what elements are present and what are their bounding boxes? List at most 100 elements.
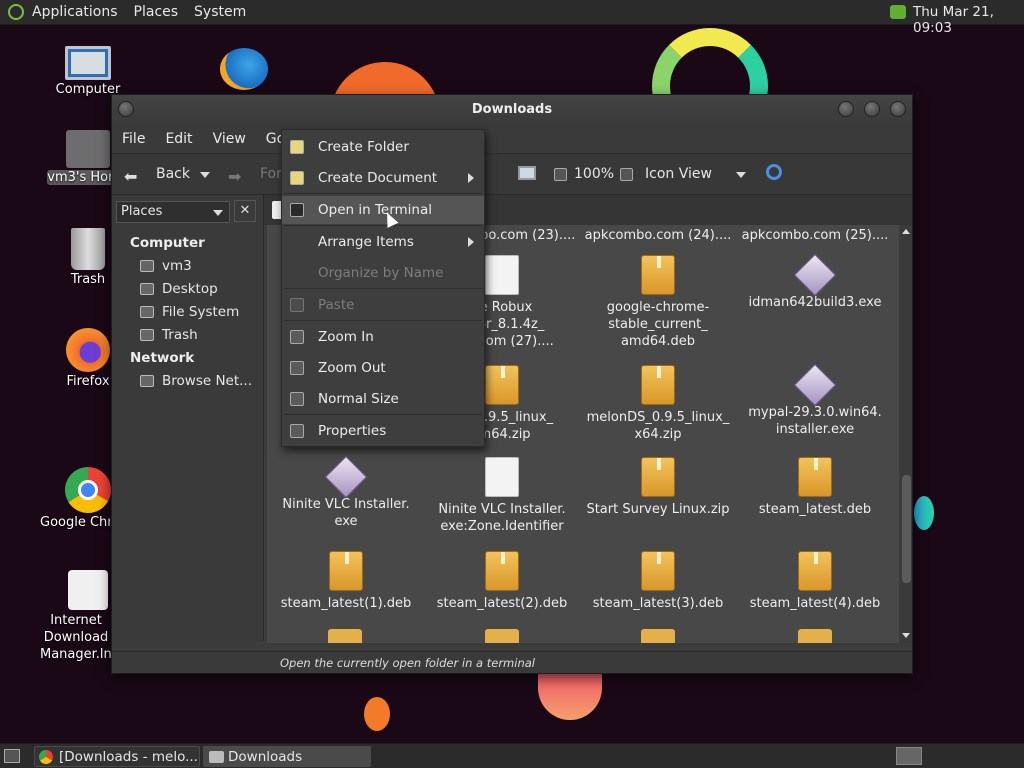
file-item[interactable]: steam_latest(2).deb [427,551,577,612]
search-icon[interactable] [766,164,782,180]
file-item[interactable]: steam_latest(1).deb [271,551,421,612]
taskbar-item-downloads[interactable]: Downloads [203,746,371,767]
sidebar-item-vm3[interactable]: vm3 [140,258,192,274]
top-panel: Applications Places System Thu Mar 21, 0… [0,0,1024,36]
menu-item-arrange-items[interactable]: Arrange Items [282,228,484,256]
sidebar-selector-label: Places [121,204,163,219]
package-icon [641,365,675,405]
file-item[interactable]: mypal-29.3.0.win64. installer.exe [740,363,890,438]
partial-package-icon [641,629,675,643]
file-manager-window: Downloads File Edit View Go ⬅ Back ➡ For… [111,94,913,674]
file-item[interactable]: steam_latest.deb [740,457,890,518]
maximize-button[interactable] [864,101,880,117]
zoom-level: 100% [574,166,615,182]
back-button[interactable]: Back [156,166,190,182]
menu-separator [284,414,482,415]
menu-item-zoom-out[interactable]: Zoom Out [282,354,484,382]
sidebar-close-icon[interactable]: ✕ [234,200,256,222]
sidebar-selector[interactable]: Places [116,201,230,223]
executable-icon [793,253,837,297]
file-item[interactable]: google-chrome- stable_current_ amd64.deb [583,255,733,350]
back-arrow-icon[interactable]: ⬅ [124,167,137,186]
sidebar-item-file-system[interactable]: File System [140,304,239,320]
executable-icon [793,363,837,407]
package-icon [641,457,675,497]
package-icon [641,255,675,295]
window-titlebar[interactable]: Downloads [112,95,912,125]
menu-file[interactable]: File [122,131,145,147]
document-icon [485,255,519,295]
applications-menu[interactable]: Applications [32,4,118,20]
menu-separator [284,320,482,321]
menu-view[interactable]: View [213,131,246,147]
places-menu[interactable]: Places [134,4,179,20]
file-item[interactable]: steam_latest(3).deb [583,551,733,612]
sidebar-item-desktop[interactable]: Desktop [140,281,218,297]
file-item[interactable]: steam_latest(4).deb [740,551,890,612]
folder-task-icon [209,751,224,763]
desktop-icon-computer[interactable]: Computer [40,46,136,97]
distro-logo-icon[interactable] [8,4,24,20]
wallpaper-small-blob [364,697,390,731]
network-browse-icon [140,375,154,387]
menu-separator [284,288,482,289]
partial-package-icon [485,629,519,643]
scrollbar-thumb[interactable] [902,475,911,583]
clock[interactable]: Thu Mar 21, 09:03 [913,4,1024,36]
sidebar-item-browse-network[interactable]: Browse Net... [140,373,252,389]
file-item[interactable]: Ninite VLC Installer. exe:Zone.Identifie… [427,457,577,535]
view-mode-dropdown-icon[interactable] [736,172,746,178]
back-history-dropdown-icon[interactable] [200,172,210,178]
view-mode-select[interactable]: Icon View [645,166,712,182]
package-icon [798,457,832,497]
scroll-down-arrow-icon[interactable] [902,633,910,638]
chrome-icon [65,467,111,513]
executable-icon [324,455,368,499]
sidebar-selector-dropdown-icon [213,210,223,216]
minimize-button[interactable] [838,101,854,117]
window-menu-button[interactable] [118,101,134,117]
partial-package-icon [328,629,362,643]
chrome-task-icon [39,750,53,764]
file-item[interactable]: Ninite VLC Installer. exe [271,455,421,530]
menu-item-paste: Paste [282,291,484,319]
wallpaper-pink-blob [538,672,602,720]
menu-edit[interactable]: Edit [165,131,192,147]
document-icon [485,457,519,497]
file-item[interactable]: apkcombo.com (25).... [740,227,890,244]
sidebar-item-trash[interactable]: Trash [140,327,198,343]
partial-package-icon [798,629,832,643]
status-bar: Open the currently open folder in a term… [112,651,912,673]
folder-new-icon [290,140,304,154]
menu-item-zoom-in[interactable]: Zoom In [282,323,484,351]
computer-icon [65,46,111,80]
menu-item-normal-size[interactable]: Normal Size [282,385,484,413]
idm-desktop-icon[interactable] [220,48,268,90]
scroll-up-arrow-icon[interactable] [902,229,910,234]
menu-item-create-document[interactable]: Create Document [282,164,484,192]
taskbar-item-chrome[interactable]: [Downloads - melo... [34,746,200,767]
zoom-in-icon [290,330,304,344]
file-item[interactable]: idman642build3.exe [740,253,890,311]
zoom-in-toolbar-icon[interactable] [620,168,633,181]
close-button[interactable] [890,101,906,117]
menu-item-properties[interactable]: Properties [282,417,484,445]
system-menu[interactable]: System [194,4,246,20]
vertical-scrollbar[interactable] [901,225,912,643]
zoom-normal-icon [290,392,304,406]
zoom-out-toolbar-icon[interactable] [554,168,567,181]
menu-item-create-folder[interactable]: Create Folder [282,133,484,161]
drive-icon [140,306,154,318]
desktop-icon [140,283,154,295]
file-item[interactable]: melonDS_0.9.5_linux_ x64.zip [583,365,733,443]
computer-location-icon[interactable] [518,166,536,180]
file-item[interactable]: Start Survey Linux.zip [583,457,733,518]
network-icon[interactable] [890,5,906,19]
workspace-switcher[interactable] [896,747,922,765]
submenu-arrow-icon [468,237,474,247]
forward-button[interactable]: Forward [260,166,282,182]
package-icon [798,551,832,591]
show-desktop-icon[interactable] [4,749,20,763]
file-item[interactable]: apkcombo.com (24).... [583,227,733,244]
forward-arrow-icon[interactable]: ➡ [228,167,241,186]
